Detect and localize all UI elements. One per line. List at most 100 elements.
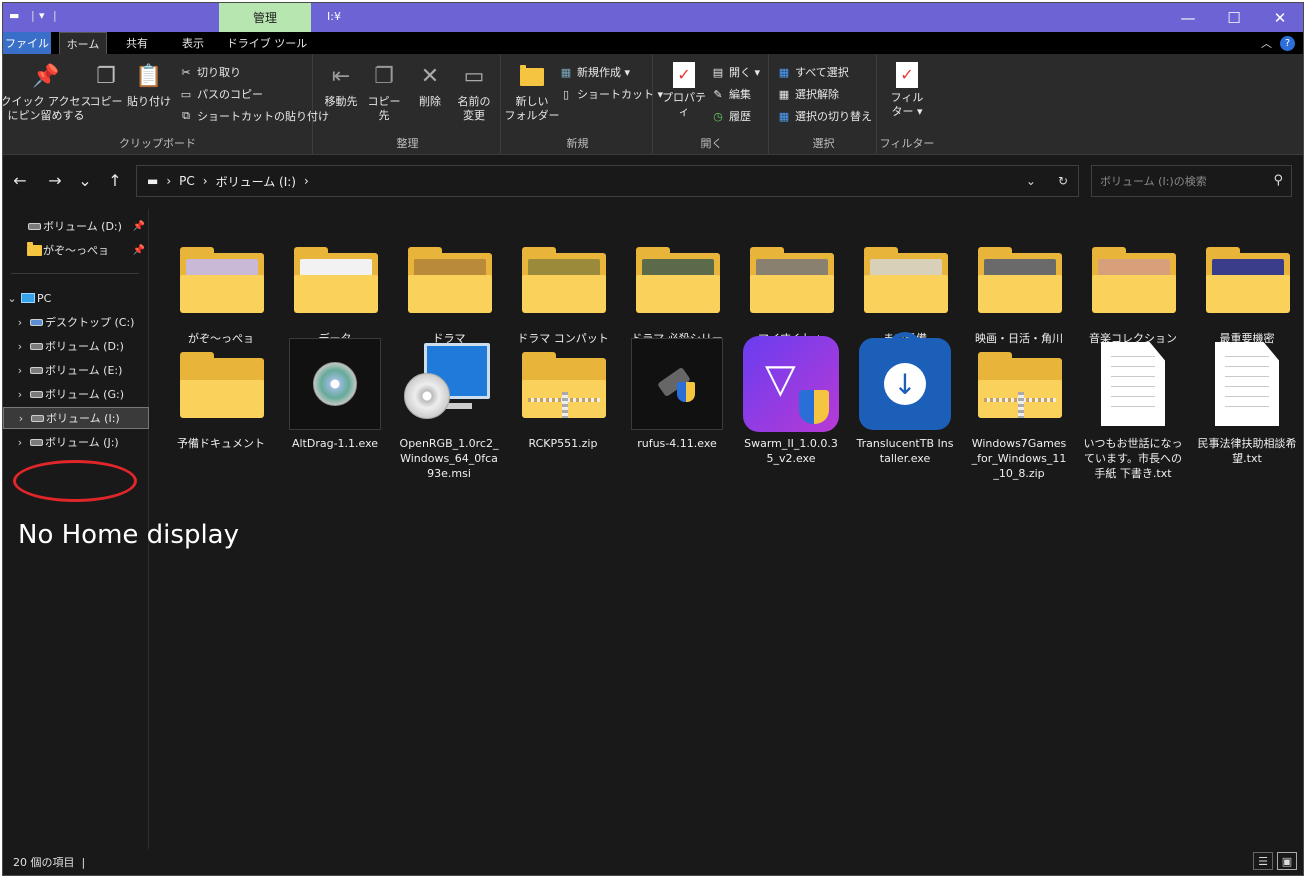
select-all-button[interactable]: ▦ すべて選択 <box>777 64 849 80</box>
file-item[interactable]: rufus-4.11.exe <box>627 336 727 482</box>
details-view-button[interactable]: ☰ <box>1253 852 1273 870</box>
sidebar-item-volume-g[interactable]: › ボリューム (G:) <box>3 383 149 405</box>
sidebar-item-volume-j[interactable]: › ボリューム (J:) <box>3 431 149 453</box>
file-item[interactable]: RCKP551.zip <box>513 336 613 482</box>
sidebar-item-volume-e[interactable]: › ボリューム (E:) <box>3 359 149 381</box>
filter-button[interactable]: ✓ フィル ター ▾ <box>883 62 931 119</box>
pin-icon[interactable]: 📌 <box>133 221 145 232</box>
sidebar-item-pc[interactable]: ⌄ PC <box>3 287 149 309</box>
close-button[interactable]: ✕ <box>1257 3 1303 32</box>
new-folder-button[interactable]: 新しい フォルダー <box>505 62 560 123</box>
tab-manage[interactable]: 管理 <box>219 3 311 32</box>
select-none-button[interactable]: ▦ 選択解除 <box>777 86 839 102</box>
search-input[interactable]: ボリューム (I:)の検索 ⚲ <box>1091 165 1292 197</box>
pin-icon: 📌 <box>32 64 60 89</box>
file-item[interactable]: OpenRGB_1.0rc2_Windows_64_0fca93e.msi <box>399 336 499 482</box>
recent-locations-button[interactable]: ⌄ <box>73 171 97 190</box>
address-bar[interactable]: ▬ › PC › ボリューム (I:) › ⌄ ↻ <box>136 165 1079 197</box>
folder-icon <box>173 336 269 432</box>
file-item[interactable]: 民事法律扶助相談希望.txt <box>1197 336 1297 482</box>
copy-label: コピー <box>89 95 123 108</box>
breadcrumb-chevron[interactable]: › <box>203 174 208 188</box>
invert-selection-button[interactable]: ▦ 選択の切り替え <box>777 108 872 124</box>
group-label: 新規 <box>566 137 589 150</box>
chevron-right-icon[interactable]: › <box>14 412 28 425</box>
copy-button[interactable]: ❐ コピー <box>89 62 123 109</box>
chevron-right-icon[interactable]: › <box>13 388 27 401</box>
collapse-ribbon-icon[interactable]: ︿ <box>1261 35 1272 51</box>
file-item[interactable]: Windows7Games_for_Windows_11_10_8.zip <box>969 336 1069 482</box>
move-to-button[interactable]: ⇤ 移動先 <box>321 62 361 109</box>
drive-icon <box>28 414 46 422</box>
edit-button[interactable]: ✎ 編集 <box>711 86 751 102</box>
paste-button[interactable]: 📋 貼り付け <box>127 62 171 109</box>
breadcrumb-chevron[interactable]: › <box>166 174 171 188</box>
copy-path-button[interactable]: ▭ パスのコピー <box>179 86 263 102</box>
sidebar-item-desktop-c[interactable]: › デスクトップ (C:) <box>3 311 149 333</box>
chevron-right-icon[interactable]: › <box>13 364 27 377</box>
copy-to-button[interactable]: ❐ コピー先 <box>363 62 405 123</box>
drive-icon <box>25 222 43 230</box>
sidebar-item-pinned-volume-d[interactable]: ボリューム (D:) 📌 <box>3 215 149 237</box>
file-item[interactable]: ▽ Swarm_II_1.0.0.35_v2.exe <box>741 336 841 482</box>
help-icon[interactable]: ? <box>1280 35 1295 51</box>
breadcrumb-pc[interactable]: PC <box>179 174 195 188</box>
minimize-button[interactable]: — <box>1165 3 1211 32</box>
qat-customize-icon[interactable]: ▾ <box>39 9 45 22</box>
tab-drive-tools[interactable]: ドライブ ツール <box>223 32 311 54</box>
tab-share[interactable]: 共有 <box>113 32 161 54</box>
pin-quick-access-button[interactable]: 📌 クイック アクセス にピン留めする <box>3 62 91 123</box>
delete-button[interactable]: ✕ 削除 <box>413 62 447 109</box>
move-icon: ⇤ <box>331 64 351 89</box>
chevron-down-icon[interactable]: ⌄ <box>5 292 19 305</box>
sidebar-item-volume-i[interactable]: › ボリューム (I:) <box>3 407 149 429</box>
clipboard-group: 📌 クイック アクセス にピン留めする ❐ コピー 📋 貼り付け ✂ 切り取り ▭… <box>3 54 329 154</box>
back-button[interactable]: ← <box>8 171 32 190</box>
invert-selection-label: 選択の切り替え <box>795 110 872 123</box>
usb-drive-icon <box>629 336 725 432</box>
tab-file[interactable]: ファイル <box>3 32 51 54</box>
new-item-button[interactable]: ▦ 新規作成 ▾ <box>559 64 630 80</box>
forward-button[interactable]: → <box>43 171 67 190</box>
title-bar[interactable]: ▬ | ▾ | 管理 I:¥ — ☐ ✕ <box>3 3 1303 32</box>
chevron-right-icon[interactable]: › <box>13 340 27 353</box>
file-name: 予備ドキュメント <box>177 437 265 450</box>
properties-button[interactable]: ✓ プロパティ <box>659 62 709 119</box>
pc-icon <box>19 293 37 303</box>
paste-shortcut-button[interactable]: ⧉ ショートカットの貼り付け <box>179 108 329 124</box>
open-button[interactable]: ▤ 開く ▾ <box>711 64 760 80</box>
refresh-icon[interactable]: ↻ <box>1058 174 1068 188</box>
up-button[interactable]: ↑ <box>103 171 127 190</box>
file-item[interactable]: AltDrag-1.1.exe <box>285 336 385 482</box>
rename-button[interactable]: ▭ 名前の 変更 <box>453 62 495 123</box>
drive-icon <box>27 438 45 446</box>
maximize-button[interactable]: ☐ <box>1211 3 1257 32</box>
breadcrumb-chevron[interactable]: › <box>304 174 309 188</box>
sidebar-item-pinned-folder[interactable]: がぞ～っぺョ 📌 <box>3 239 149 261</box>
address-dropdown-icon[interactable]: ⌄ <box>1026 174 1036 188</box>
delete-icon: ✕ <box>420 64 440 89</box>
file-item[interactable]: ↓ TranslucentTB Installer.exe <box>855 332 955 482</box>
breadcrumb-volume-i[interactable]: ボリューム (I:) <box>216 173 296 190</box>
file-name: いつもお世話になっています。市長への手紙 下書き.txt <box>1083 437 1183 480</box>
chevron-right-icon[interactable]: › <box>13 316 27 329</box>
shortcut-icon: ⧉ <box>182 109 190 122</box>
search-icon[interactable]: ⚲ <box>1273 173 1283 188</box>
large-icons-view-button[interactable]: ▣ <box>1277 852 1297 870</box>
pin-icon[interactable]: 📌 <box>133 245 145 256</box>
tab-home[interactable]: ホーム <box>59 32 107 54</box>
chevron-right-icon[interactable]: › <box>13 436 27 449</box>
folder-icon <box>515 231 611 327</box>
edit-icon: ✎ <box>713 87 723 101</box>
history-button[interactable]: ◷ 履歴 <box>711 108 751 124</box>
item-count-text: 20 個の項目 <box>13 856 75 869</box>
copy-path-label: パスのコピー <box>197 88 263 101</box>
tab-view[interactable]: 表示 <box>169 32 217 54</box>
file-item[interactable]: いつもお世話になっています。市長への手紙 下書き.txt <box>1083 336 1183 482</box>
sidebar-item-volume-d[interactable]: › ボリューム (D:) <box>3 335 149 357</box>
cut-button[interactable]: ✂ 切り取り <box>179 64 241 80</box>
file-item[interactable]: 予備ドキュメント <box>171 336 271 482</box>
easy-access-button[interactable]: ▯ ショートカット ▾ <box>559 86 663 102</box>
address-row: ← → ⌄ ↑ ▬ › PC › ボリューム (I:) › ⌄ ↻ ボリューム … <box>3 155 1303 209</box>
app-translucenttb-icon: ↓ <box>857 332 953 432</box>
